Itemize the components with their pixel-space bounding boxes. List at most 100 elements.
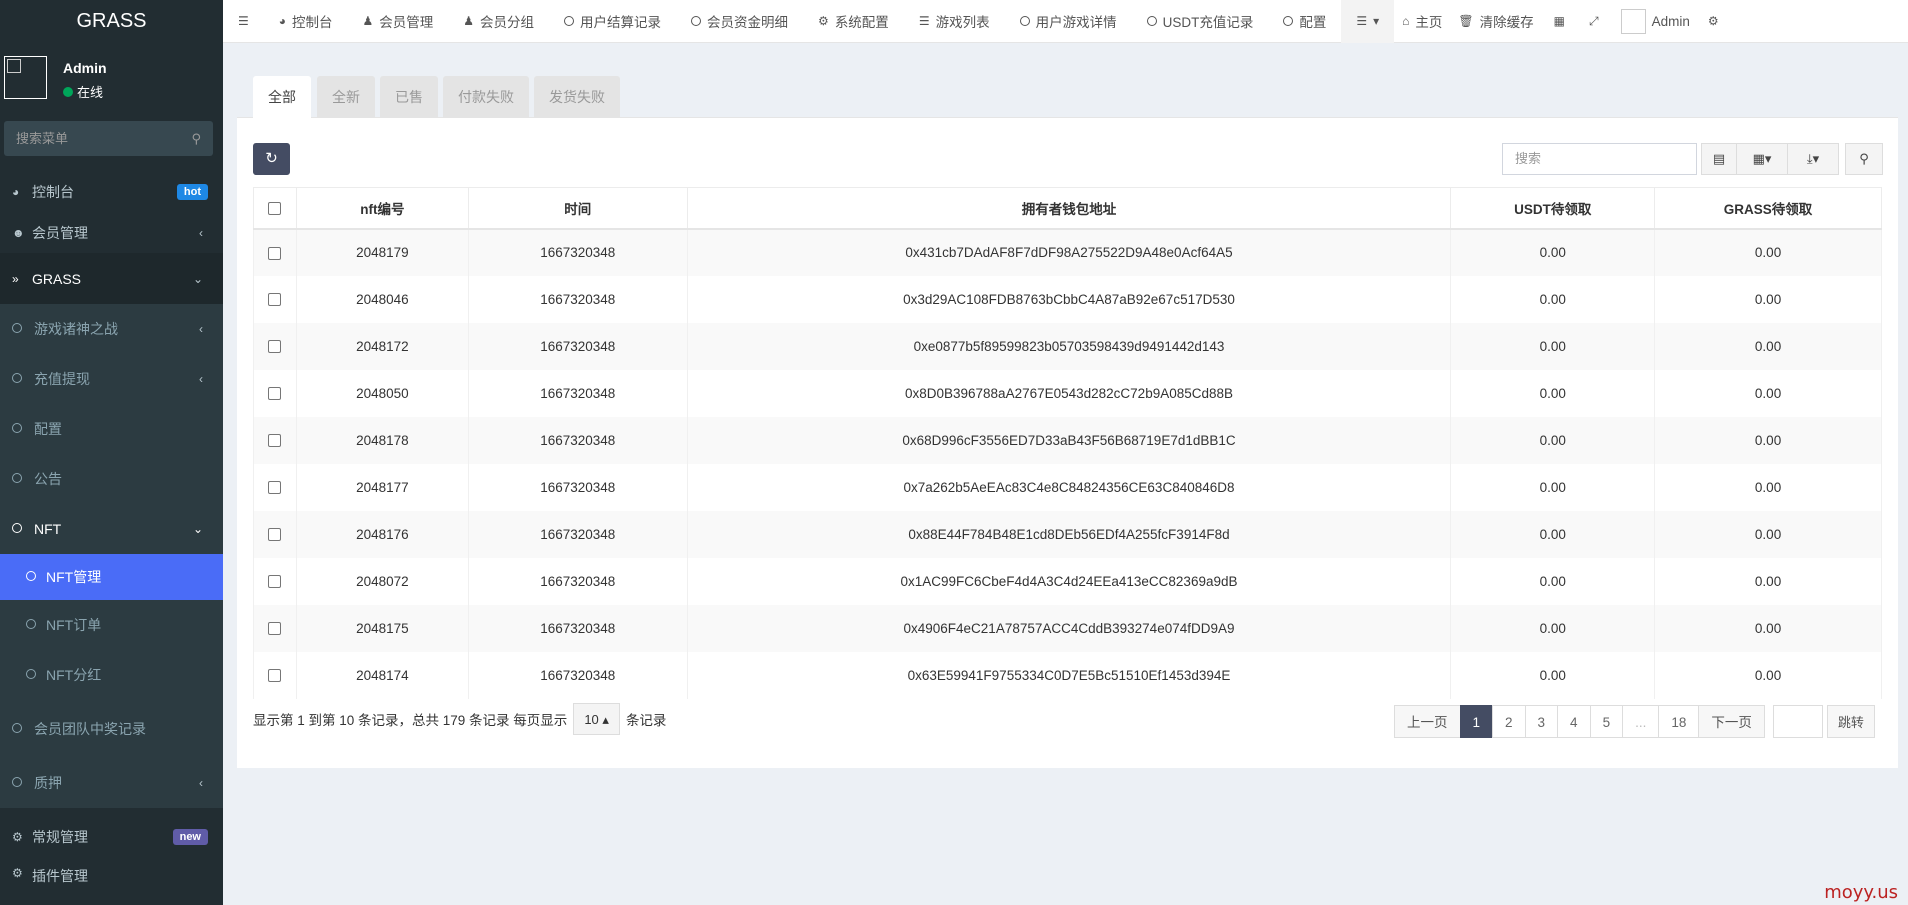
table-search-input[interactable]: 搜索 <box>1502 143 1697 175</box>
nav-settlement[interactable]: 用户结算记录 <box>549 0 676 43</box>
column-header[interactable]: 拥有者钱包地址 <box>686 187 1452 230</box>
row-select-cell[interactable] <box>253 322 297 370</box>
search-icon[interactable]: ⚲ <box>191 121 201 156</box>
sidebar-item-dashboard[interactable]: ◕ 控制台 hot <box>0 171 223 212</box>
tab-payment-failed[interactable]: 付款失败 <box>443 76 529 118</box>
nav-system-config[interactable]: ⚙ 系统配置 <box>803 0 904 43</box>
table-row[interactable]: 2048172 1667320348 0xe0877b5f89599823b0570… <box>253 322 1882 370</box>
nav-member-group[interactable]: ♟ 会员分组 <box>448 0 549 43</box>
nav-home[interactable]: ⌂ 主页 <box>1394 0 1450 43</box>
select-all-checkbox[interactable] <box>268 202 282 216</box>
sidebar-item-recharge[interactable]: 充值提现 ‹ <box>0 354 223 404</box>
advanced-search-button[interactable]: ⚲ <box>1845 143 1883 175</box>
row-select-cell[interactable] <box>253 463 297 511</box>
table-row[interactable]: 2048176 1667320348 0x88E44F784B48E1cd8DEb5… <box>253 510 1882 558</box>
select-all-cell[interactable] <box>253 187 297 230</box>
prev-page-button[interactable]: 上一页 <box>1394 705 1461 738</box>
table-row[interactable]: 2048050 1667320348 0x8D0B396788aA2767E0543… <box>253 369 1882 417</box>
page-button[interactable]: 1 <box>1459 705 1494 738</box>
tab-new[interactable]: 全新 <box>317 76 375 118</box>
table-row[interactable]: 2048179 1667320348 0x431cb7DAdAF8F7dDF98A2… <box>253 228 1882 276</box>
page-size-select[interactable]: 10 ▴ <box>573 703 620 735</box>
sidebar-item-members[interactable]: ☻ 会员管理 ‹ <box>0 212 223 253</box>
sidebar-item-notice[interactable]: 公告 <box>0 454 223 504</box>
app-logo[interactable]: GRASS <box>0 0 223 42</box>
table-cell: 1667320348 <box>467 275 688 323</box>
settings-toggle[interactable]: ⚙ <box>1700 0 1727 43</box>
goto-page-input[interactable] <box>1772 705 1823 738</box>
row-checkbox[interactable] <box>268 246 282 260</box>
column-header[interactable]: USDT待领取 <box>1450 187 1656 230</box>
row-checkbox[interactable] <box>268 293 282 307</box>
page-button[interactable]: 18 <box>1658 705 1700 738</box>
menu-search-input[interactable]: 搜索菜单 ⚲ <box>4 121 213 156</box>
next-page-button[interactable]: 下一页 <box>1698 705 1765 738</box>
row-checkbox[interactable] <box>268 622 282 636</box>
tab-sold[interactable]: 已售 <box>380 76 438 118</box>
row-checkbox[interactable] <box>268 387 282 401</box>
row-select-cell[interactable] <box>253 416 297 464</box>
sidebar-item-team-prize[interactable]: 会员团队中奖记录 <box>0 700 223 758</box>
sidebar-item-config[interactable]: 配置 <box>0 404 223 454</box>
nav-members[interactable]: ♟ 会员管理 <box>348 0 449 43</box>
sidebar-item-stake[interactable]: 质押 ‹ <box>0 758 223 808</box>
sidebar-item-plugins[interactable]: ⚙ 插件管理 <box>0 866 223 896</box>
row-checkbox[interactable] <box>268 669 282 683</box>
row-checkbox[interactable] <box>268 340 282 354</box>
table-cell: 0.00 <box>1450 463 1656 511</box>
nav-dashboard[interactable]: ◕ 控制台 <box>264 0 348 43</box>
row-select-cell[interactable] <box>253 369 297 417</box>
user-icon: ♟ <box>362 14 374 28</box>
table-row[interactable]: 2048174 1667320348 0x63E59941F9755334C0D7E… <box>253 651 1882 699</box>
sidebar-item-nft-dividend[interactable]: NFT分红 <box>0 650 223 700</box>
row-select-cell[interactable] <box>253 557 297 605</box>
row-checkbox[interactable] <box>268 434 282 448</box>
row-checkbox[interactable] <box>268 528 282 542</box>
columns-button[interactable]: ▦▾ <box>1736 143 1788 175</box>
page-button[interactable]: 3 <box>1524 705 1559 738</box>
tab-all[interactable]: 全部 <box>253 76 311 118</box>
table-row[interactable]: 2048072 1667320348 0x1AC99FC6CbeF4d4A3C4d2… <box>253 557 1882 605</box>
column-header[interactable]: 时间 <box>467 187 688 230</box>
export-button[interactable]: ⤓▾ <box>1787 143 1839 175</box>
row-select-cell[interactable] <box>253 604 297 652</box>
row-checkbox[interactable] <box>268 481 282 495</box>
toggle-view-button[interactable]: ▤ <box>1701 143 1737 175</box>
table-row[interactable]: 2048178 1667320348 0x68D996cF3556ED7D33aB4… <box>253 416 1882 464</box>
table-row[interactable]: 2048177 1667320348 0x7a262b5AeEAc83C4e8C84… <box>253 463 1882 511</box>
goto-page-button[interactable]: 跳转 <box>1826 705 1875 738</box>
sidebar-item-game[interactable]: 游戏诸神之战 ‹ <box>0 304 223 354</box>
nav-more-dropdown[interactable]: ☰ ▾ <box>1341 0 1395 43</box>
nav-config[interactable]: 配置 <box>1268 0 1341 43</box>
nav-clear-cache[interactable]: 🗑 清除缓存 <box>1450 0 1541 43</box>
language-toggle[interactable]: ▦ <box>1542 0 1577 43</box>
fullscreen-toggle[interactable]: ⤢ <box>1577 0 1611 43</box>
nav-usdt-recharge[interactable]: USDT充值记录 <box>1132 0 1269 43</box>
refresh-button[interactable]: ↻ <box>253 143 290 175</box>
page-button[interactable]: 4 <box>1557 705 1591 738</box>
tab-delivery-failed[interactable]: 发货失败 <box>534 76 620 118</box>
nav-funds[interactable]: 会员资金明细 <box>676 0 803 43</box>
admin-menu[interactable]: Admin <box>1611 0 1700 43</box>
nav-user-game[interactable]: 用户游戏详情 <box>1005 0 1132 43</box>
page-button[interactable]: 5 <box>1589 705 1624 738</box>
sidebar-item-grass[interactable]: » GRASS ⌄ <box>0 253 223 304</box>
column-header[interactable]: GRASS待领取 <box>1654 187 1882 230</box>
sidebar-item-nft-order[interactable]: NFT订单 <box>0 600 223 650</box>
column-header[interactable]: nft编号 <box>295 187 469 230</box>
nav-game-list[interactable]: ☰ 游戏列表 <box>904 0 1005 43</box>
sidebar-toggle[interactable]: ☰ <box>223 0 264 43</box>
row-checkbox[interactable] <box>268 575 282 589</box>
sidebar-item-general[interactable]: ⚙ 常规管理 new <box>0 808 223 866</box>
pagination-suffix: 条记录 <box>625 713 667 728</box>
row-select-cell[interactable] <box>253 275 297 323</box>
row-select-cell[interactable] <box>253 228 297 276</box>
sidebar-item-nft[interactable]: NFT ⌄ <box>0 504 223 554</box>
sidebar-item-nft-manage[interactable]: NFT管理 <box>0 554 223 600</box>
table-row[interactable]: 2048046 1667320348 0x3d29AC108FDB8763bCbbC… <box>253 275 1882 323</box>
page-button[interactable]: 2 <box>1492 705 1526 738</box>
table-row[interactable]: 2048175 1667320348 0x4906F4eC21A78757ACC4C… <box>253 604 1882 652</box>
row-select-cell[interactable] <box>253 651 297 699</box>
row-select-cell[interactable] <box>253 510 297 558</box>
online-dot-icon <box>63 86 73 97</box>
